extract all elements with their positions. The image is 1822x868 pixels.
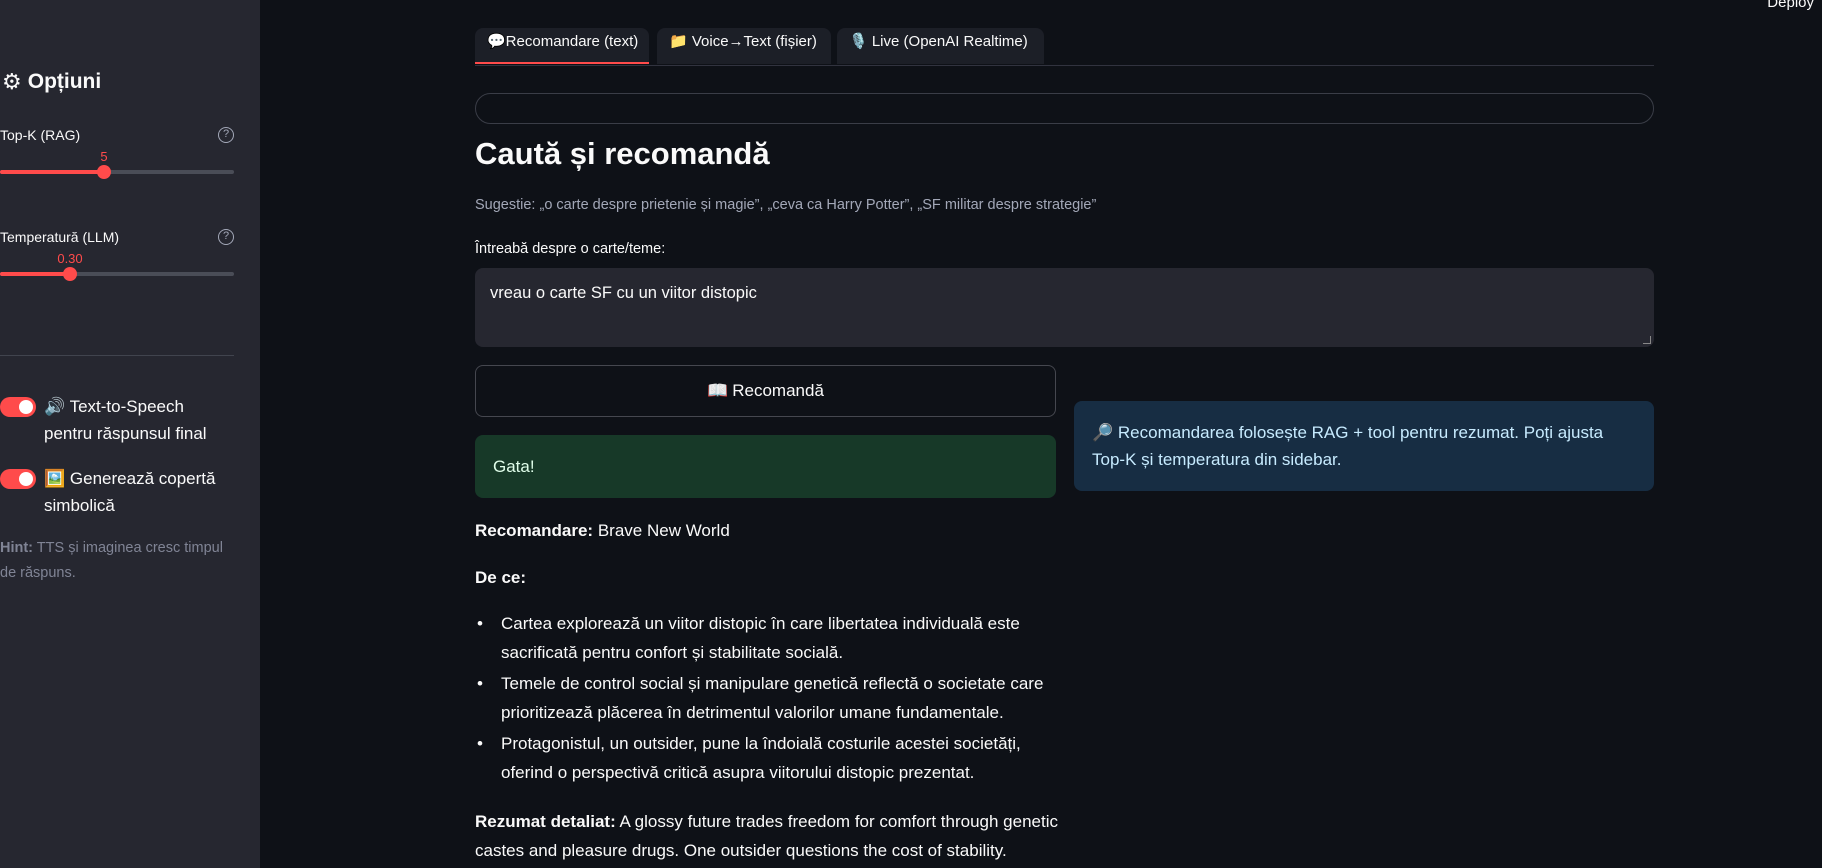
temperature-value: 0.30 <box>57 251 83 266</box>
topk-slider-thumb[interactable] <box>97 165 111 179</box>
list-item: Cartea explorează un viitor distopic în … <box>475 609 1065 667</box>
info-text: Recomandarea folosește RAG + tool pentru… <box>1092 423 1604 469</box>
speaker-icon: 🔊 <box>44 397 66 416</box>
recommend-button-label: Recomandă <box>732 381 824 400</box>
why-heading: De ce: <box>475 563 1065 592</box>
sidebar-divider <box>0 355 234 356</box>
sidebar-title-label: Opțiuni <box>27 70 102 93</box>
cover-toggle-label: 🖼️ Generează copertă simbolică <box>44 465 234 519</box>
sidebar: ⚙ Opțiuni Top-K (RAG) ? 5 Temperatură (L… <box>0 0 260 868</box>
query-text: vreau o carte SF cu un viitor distopic <box>490 284 757 302</box>
help-icon[interactable]: ? <box>218 229 234 245</box>
temperature-slider-thumb[interactable] <box>63 267 77 281</box>
query-textarea[interactable]: vreau o carte SF cu un viitor distopic <box>475 268 1654 347</box>
summary-paragraph: Rezumat detaliat: A glossy future trades… <box>475 807 1065 865</box>
success-alert: Gata! <box>475 435 1056 498</box>
tab-voice-to-text[interactable]: 📁 Voice→Text (fișier) <box>657 28 831 64</box>
tab-bar: 💬Recomandare (text) 📁 Voice→Text (fișier… <box>475 28 1654 66</box>
recommend-button[interactable]: 📖 Recomandă <box>475 365 1056 417</box>
tts-toggle-label: 🔊 Text-to-Speech pentru răspunsul final <box>44 393 234 447</box>
tts-toggle[interactable] <box>0 397 36 417</box>
topk-track-fill <box>0 170 104 174</box>
temperature-label: Temperatură (LLM) <box>0 229 120 245</box>
hint-bold: Hint: <box>0 540 34 556</box>
list-item: Protagonistul, un outsider, pune la îndo… <box>475 729 1065 787</box>
topk-label: Top-K (RAG) <box>0 127 81 143</box>
tabs-underline <box>475 65 1654 66</box>
hint-text: TTS și imaginea cresc timpul de răspuns. <box>0 540 223 581</box>
topk-track[interactable] <box>0 165 234 179</box>
cover-toggle[interactable] <box>0 469 36 489</box>
info-alert: 🔎 Recomandarea folosește RAG + tool pent… <box>1074 401 1654 491</box>
page-title: Caută și recomandă <box>475 136 770 171</box>
temperature-track-fill <box>0 272 70 276</box>
suggestion-caption: Sugestie: „o carte despre prietenie și m… <box>475 197 1097 213</box>
gear-icon: ⚙ <box>2 69 22 94</box>
recommendation-value: Brave New World <box>593 521 730 540</box>
resize-handle[interactable] <box>1643 336 1651 344</box>
recommendation-label: Recomandare: <box>475 521 594 540</box>
topk-slider[interactable]: Top-K (RAG) ? 5 <box>0 127 234 179</box>
picture-icon: 🖼️ <box>44 469 66 488</box>
tab-recommend-text[interactable]: 💬Recomandare (text) <box>475 28 649 64</box>
book-icon: 📖 <box>707 381 729 400</box>
topk-value: 5 <box>100 149 108 164</box>
summary-label: Rezumat detaliat: <box>475 812 616 831</box>
why-label: De ce: <box>475 568 527 587</box>
cover-toggle-text: Generează copertă simbolică <box>44 469 216 515</box>
temperature-track[interactable] <box>0 267 234 281</box>
deploy-button[interactable]: Deploy <box>1767 0 1814 11</box>
list-item: Temele de control social și manipulare g… <box>475 669 1065 727</box>
sidebar-title: ⚙ Opțiuni <box>2 70 101 94</box>
magnifier-icon: 🔎 <box>1092 423 1114 442</box>
temperature-slider[interactable]: Temperatură (LLM) ? 0.30 <box>0 229 234 281</box>
reasons-list: Cartea explorează un viitor distopic în … <box>475 609 1065 789</box>
tab-live-realtime[interactable]: 🎙️ Live (OpenAI Realtime) <box>837 28 1044 64</box>
help-icon[interactable]: ? <box>218 127 234 143</box>
progress-bar <box>475 93 1654 124</box>
tts-toggle-text: Text-to-Speech pentru răspunsul final <box>44 397 207 443</box>
recommendation-line: Recomandare: Brave New World <box>475 516 1065 545</box>
query-label: Întreabă despre o carte/teme: <box>475 241 666 257</box>
sidebar-hint: Hint: TTS și imaginea cresc timpul de ră… <box>0 536 234 586</box>
